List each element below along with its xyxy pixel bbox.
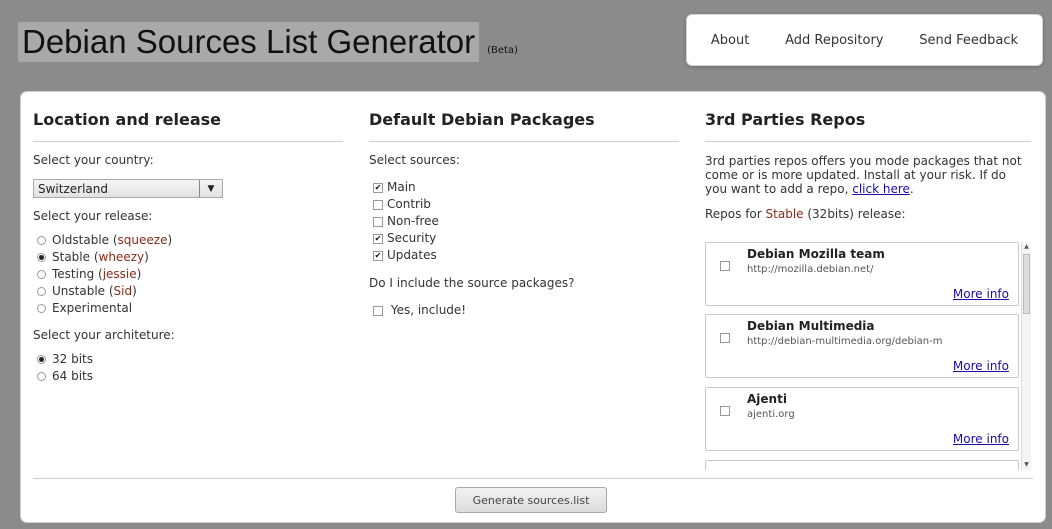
radio-selected-icon[interactable] xyxy=(37,253,46,262)
sources-label: Select sources: xyxy=(369,153,460,167)
sources-options: ✔ Main Contrib Non-free ✔ Security ✔ Update… xyxy=(369,179,679,264)
release-code: squeeze xyxy=(117,233,168,247)
include-source-option[interactable]: Yes, include! xyxy=(369,302,679,319)
source-non-free[interactable]: Non-free xyxy=(369,213,679,230)
repo-item: Ajenti ajenti.org More info xyxy=(705,387,1019,451)
checkbox-icon[interactable] xyxy=(720,261,730,271)
country-label: Select your country: xyxy=(33,153,154,167)
repo-url: http://debian-multimedia.org/debian-m xyxy=(747,336,943,347)
nav-add-repository[interactable]: Add Repository xyxy=(785,33,883,48)
checkbox-icon[interactable] xyxy=(720,333,730,343)
repo-list-scrollbar[interactable]: ▲ ▼ xyxy=(1021,242,1031,470)
checkbox-icon[interactable] xyxy=(373,199,383,210)
location-heading: Location and release xyxy=(33,92,343,142)
repo-more-info-link[interactable]: More info xyxy=(953,432,1009,446)
include-source-label: Do I include the source packages? xyxy=(369,276,575,290)
release-code: jessie xyxy=(102,267,137,281)
release-option-unstable[interactable]: Unstable (Sid) xyxy=(33,283,343,300)
radio-icon[interactable] xyxy=(37,287,46,296)
scroll-up-icon[interactable]: ▲ xyxy=(1022,242,1031,252)
add-repo-link[interactable]: click here xyxy=(852,182,910,196)
repo-name: Debian Mozilla team xyxy=(747,247,885,261)
arch-option-32[interactable]: 32 bits xyxy=(33,351,343,368)
footer-divider xyxy=(33,478,1033,479)
arch-label: Select your architeture: xyxy=(33,328,175,342)
beta-badge: (Beta) xyxy=(487,45,518,56)
repo-url: http://mozilla.debian.net/ xyxy=(747,264,874,275)
radio-selected-icon[interactable] xyxy=(37,355,46,364)
release-options: Oldstable (squeeze) Stable (wheezy) Test… xyxy=(33,232,343,317)
repo-name: Ajenti xyxy=(747,392,787,406)
nav-send-feedback[interactable]: Send Feedback xyxy=(919,33,1018,48)
radio-icon[interactable] xyxy=(37,236,46,245)
scroll-down-icon[interactable]: ▼ xyxy=(1022,460,1031,470)
page-title: Debian Sources List Generator xyxy=(18,22,480,62)
checkbox-checked-icon[interactable]: ✔ xyxy=(373,233,383,244)
country-select[interactable]: Switzerland ▼ xyxy=(33,179,223,198)
source-main[interactable]: ✔ Main xyxy=(369,179,679,196)
release-option-testing[interactable]: Testing (jessie) xyxy=(33,266,343,283)
repo-item: Debian Multimedia http://debian-multimed… xyxy=(705,314,1019,378)
repo-item-partial xyxy=(705,460,1019,470)
release-code: wheezy xyxy=(98,250,145,264)
repo-more-info-link[interactable]: More info xyxy=(953,359,1009,373)
third-party-description: 3rd parties repos offers you mode packag… xyxy=(705,154,1022,196)
checkbox-icon[interactable] xyxy=(373,305,383,316)
source-updates[interactable]: ✔ Updates xyxy=(369,247,679,264)
radio-icon[interactable] xyxy=(37,372,46,381)
main-panel: Location and release Select your country… xyxy=(20,91,1046,523)
release-code: Sid xyxy=(113,284,133,298)
checkbox-checked-icon[interactable]: ✔ xyxy=(373,250,383,261)
repo-url: ajenti.org xyxy=(747,409,795,420)
chevron-down-icon: ▼ xyxy=(199,180,222,197)
location-column: Location and release Select your country… xyxy=(33,92,343,385)
nav-about[interactable]: About xyxy=(711,33,749,48)
page-header: Debian Sources List Generator (Beta) xyxy=(18,22,518,62)
checkbox-icon[interactable] xyxy=(720,406,730,416)
packages-heading: Default Debian Packages xyxy=(369,92,679,142)
release-label: Select your release: xyxy=(33,209,153,223)
radio-icon[interactable] xyxy=(37,270,46,279)
packages-column: Default Debian Packages Select sources: … xyxy=(369,92,679,319)
release-option-experimental[interactable]: Experimental xyxy=(33,300,343,317)
country-select-value: Switzerland xyxy=(38,181,108,196)
release-option-oldstable[interactable]: Oldstable (squeeze) xyxy=(33,232,343,249)
radio-icon[interactable] xyxy=(37,304,46,313)
top-navigation: About Add Repository Send Feedback xyxy=(686,14,1043,66)
scrollbar-thumb[interactable] xyxy=(1023,254,1030,314)
generate-sources-button[interactable]: Generate sources.list xyxy=(455,487,607,513)
arch-option-64[interactable]: 64 bits xyxy=(33,368,343,385)
repos-for-label: Repos for Stable (32bits) release: xyxy=(705,207,906,221)
checkbox-checked-icon[interactable]: ✔ xyxy=(373,182,383,193)
source-security[interactable]: ✔ Security xyxy=(369,230,679,247)
repo-more-info-link[interactable]: More info xyxy=(953,287,1009,301)
repo-name: Debian Multimedia xyxy=(747,319,875,333)
release-option-stable[interactable]: Stable (wheezy) xyxy=(33,249,343,266)
repo-item: Debian Mozilla team http://mozilla.debia… xyxy=(705,242,1019,306)
repo-list[interactable]: Debian Mozilla team http://mozilla.debia… xyxy=(705,242,1031,470)
third-party-column: 3rd Parties Repos 3rd parties repos offe… xyxy=(705,92,1031,470)
third-party-heading: 3rd Parties Repos xyxy=(705,92,1031,142)
checkbox-icon[interactable] xyxy=(373,216,383,227)
source-contrib[interactable]: Contrib xyxy=(369,196,679,213)
arch-options: 32 bits 64 bits xyxy=(33,351,343,385)
